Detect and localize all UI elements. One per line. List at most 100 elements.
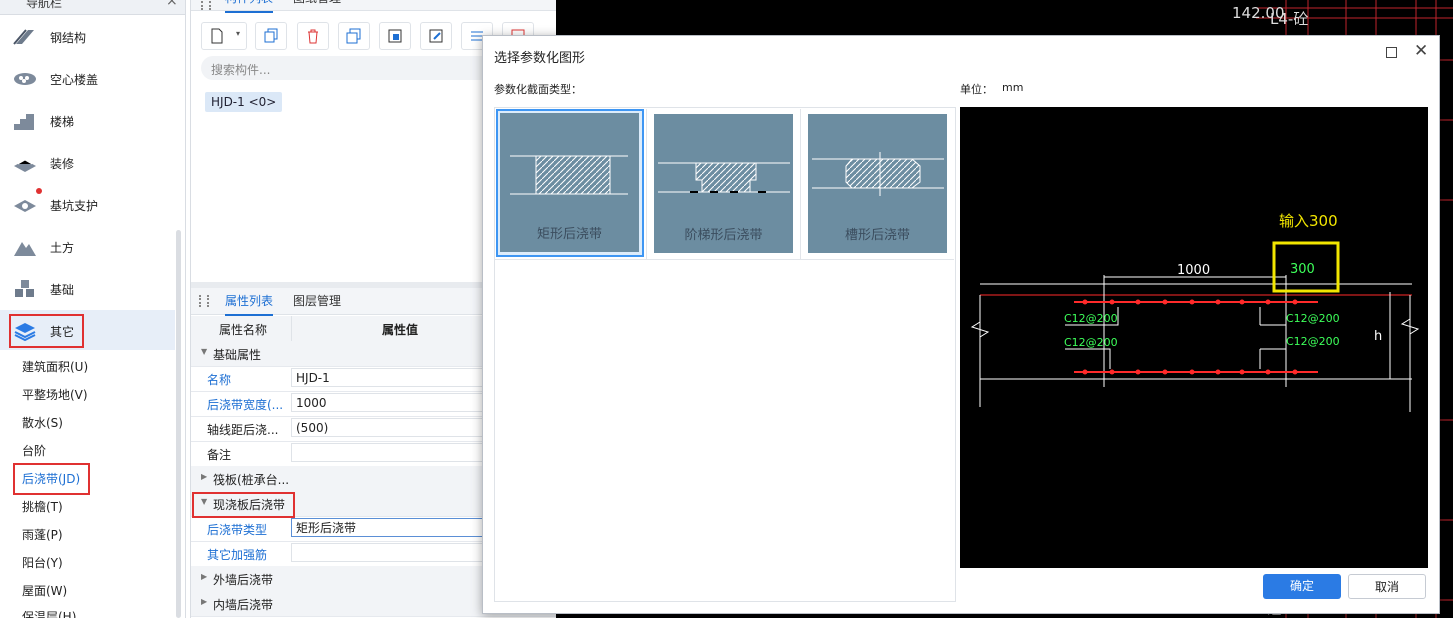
- nav-item-foundation[interactable]: 基础: [0, 268, 175, 308]
- new-file-icon: [211, 28, 223, 44]
- navigation-title: 导航栏: [26, 0, 63, 10]
- stepped-shape-icon: [658, 162, 790, 193]
- delete-button[interactable]: [297, 22, 329, 50]
- property-name: 名称: [207, 373, 232, 387]
- foundation-icon: [15, 280, 34, 297]
- nav-item-decoration[interactable]: 装修: [0, 142, 175, 182]
- highlight-box: [13, 463, 90, 495]
- divider: [800, 109, 801, 259]
- new-component-button[interactable]: ▾: [201, 22, 247, 50]
- nav-item-stairs[interactable]: 楼梯: [0, 100, 175, 140]
- preview-drawing: [970, 241, 1420, 412]
- expand-arrow-icon: ▶: [201, 472, 208, 481]
- layer-copy-icon: [388, 29, 402, 43]
- rectangular-shape-icon: [510, 155, 628, 195]
- shape-card-rectangular[interactable]: 矩形后浇带: [500, 113, 639, 252]
- ok-button[interactable]: 确定: [1263, 574, 1341, 599]
- collapse-arrow-icon: ▼: [201, 347, 208, 356]
- highlight-box: [192, 492, 295, 518]
- navigation-header: 导航栏 ×: [0, 0, 185, 15]
- trash-icon: [308, 29, 318, 44]
- property-name: 后浇带宽度(...: [207, 398, 284, 412]
- sub-item-building-area[interactable]: 建筑面积(U): [22, 358, 88, 375]
- property-name: 轴线距后浇...: [207, 423, 279, 437]
- group-label: 内墙后浇带: [213, 598, 274, 612]
- column-divider: [291, 316, 292, 341]
- shape-card-stepped[interactable]: 阶梯形后浇带: [654, 114, 793, 253]
- stairs-icon: [14, 114, 34, 130]
- group-label: 外墙后浇带: [213, 573, 274, 587]
- cancel-button[interactable]: 取消: [1348, 574, 1426, 599]
- group-label: 筏板(桩承台...: [213, 473, 290, 487]
- rebar-label: C12@200: [1286, 312, 1340, 325]
- unit-value: mm: [1002, 81, 1024, 94]
- unit-label: 单位：: [960, 83, 993, 96]
- rebar-label: C12@200: [1064, 312, 1118, 325]
- section-label: 参数化截面类型：: [494, 83, 582, 96]
- shape-preview: 输入300 1000 300 C12@200 C12@200 C12@200 C…: [960, 107, 1428, 568]
- component-item[interactable]: HJD-1 <0>: [205, 92, 283, 112]
- sub-item-roof[interactable]: 屋面(W): [22, 582, 67, 599]
- new-badge-dot: [36, 188, 42, 194]
- rebar-label: C12@200: [1286, 335, 1340, 348]
- sub-item-canopy[interactable]: 雨蓬(P): [22, 526, 63, 543]
- earthwork-icon: [14, 242, 36, 256]
- nav-item-label: 空心楼盖: [50, 73, 99, 87]
- layer-copy-button[interactable]: [379, 22, 411, 50]
- nav-item-pit-support[interactable]: 基坑支护: [0, 184, 175, 224]
- annotation-text: 输入300: [1279, 212, 1338, 230]
- nav-item-hollow-floor[interactable]: 空心楼盖: [0, 58, 175, 98]
- sub-item-insulation[interactable]: 保温层(H): [22, 608, 76, 618]
- property-name: 后浇带类型: [207, 523, 268, 537]
- nav-item-label: 土方: [50, 241, 75, 255]
- shape-label: 阶梯形后浇带: [684, 228, 763, 243]
- drag-handle-icon[interactable]: [199, 295, 209, 307]
- edit-button[interactable]: [420, 22, 452, 50]
- tab-layer-management[interactable]: 图层管理: [293, 288, 341, 314]
- sub-item-site-leveling[interactable]: 平整场地(V): [22, 386, 88, 403]
- copy-icon: [264, 28, 278, 43]
- sub-item-balcony[interactable]: 阳台(Y): [22, 554, 63, 571]
- chevron-down-icon: ▾: [236, 29, 241, 38]
- nav-item-label: 钢结构: [50, 31, 87, 45]
- close-icon[interactable]: ×: [166, 0, 178, 9]
- navigation-panel: 导航栏 × 钢结构 空心楼盖 楼梯 装修 基坑支护 土方 基础 其它 建筑面积(…: [0, 0, 186, 618]
- copy-button[interactable]: [255, 22, 287, 50]
- nav-item-steel[interactable]: 钢结构: [0, 16, 175, 56]
- tab-properties[interactable]: 属性列表: [225, 288, 274, 316]
- expand-arrow-icon: ▶: [201, 597, 208, 606]
- shape-card-groove[interactable]: 槽形后浇带: [808, 114, 947, 253]
- height-label: h: [1374, 329, 1383, 344]
- maximize-icon[interactable]: [1386, 47, 1397, 58]
- sub-item-steps[interactable]: 台阶: [22, 442, 46, 459]
- copy-floor-button[interactable]: [338, 22, 370, 50]
- property-name: 其它加强筋: [207, 548, 268, 562]
- close-icon[interactable]: ✕: [1414, 41, 1428, 61]
- dimension-input: 300: [1290, 262, 1315, 277]
- nav-item-label: 基础: [50, 283, 75, 297]
- parametric-shape-dialog: 选择参数化图形 ✕ 参数化截面类型： 单位： mm 矩形后浇带 阶梯形后浇带 槽…: [482, 35, 1440, 614]
- highlight-box: [9, 314, 84, 348]
- sub-item-apron[interactable]: 散水(S): [22, 414, 63, 431]
- nav-item-label: 装修: [50, 157, 75, 171]
- nav-item-label: 基坑支护: [50, 199, 99, 213]
- expand-arrow-icon: ▶: [201, 572, 208, 581]
- divider: [646, 109, 647, 259]
- tab-component-list[interactable]: 构件列表: [225, 0, 274, 13]
- search-placeholder: 搜索构件...: [211, 63, 271, 77]
- dialog-title: 选择参数化图形: [494, 51, 586, 66]
- scrollbar[interactable]: [176, 230, 181, 618]
- hollow-floor-icon: [14, 73, 36, 85]
- tab-drawing-management[interactable]: 图纸管理: [293, 0, 341, 11]
- edit-icon: [429, 29, 443, 43]
- nav-item-label: 楼梯: [50, 115, 75, 129]
- component-tabs: 构件列表 图纸管理: [191, 0, 556, 13]
- steel-beam-icon: [13, 29, 34, 45]
- nav-item-earthwork[interactable]: 土方: [0, 226, 175, 266]
- sub-item-eave[interactable]: 挑檐(T): [22, 498, 63, 515]
- shape-label: 槽形后浇带: [844, 228, 910, 243]
- copy-floor-icon: [346, 28, 361, 44]
- drag-handle-icon[interactable]: [201, 0, 211, 10]
- groove-shape-icon: [812, 152, 944, 196]
- decoration-icon: [14, 159, 36, 172]
